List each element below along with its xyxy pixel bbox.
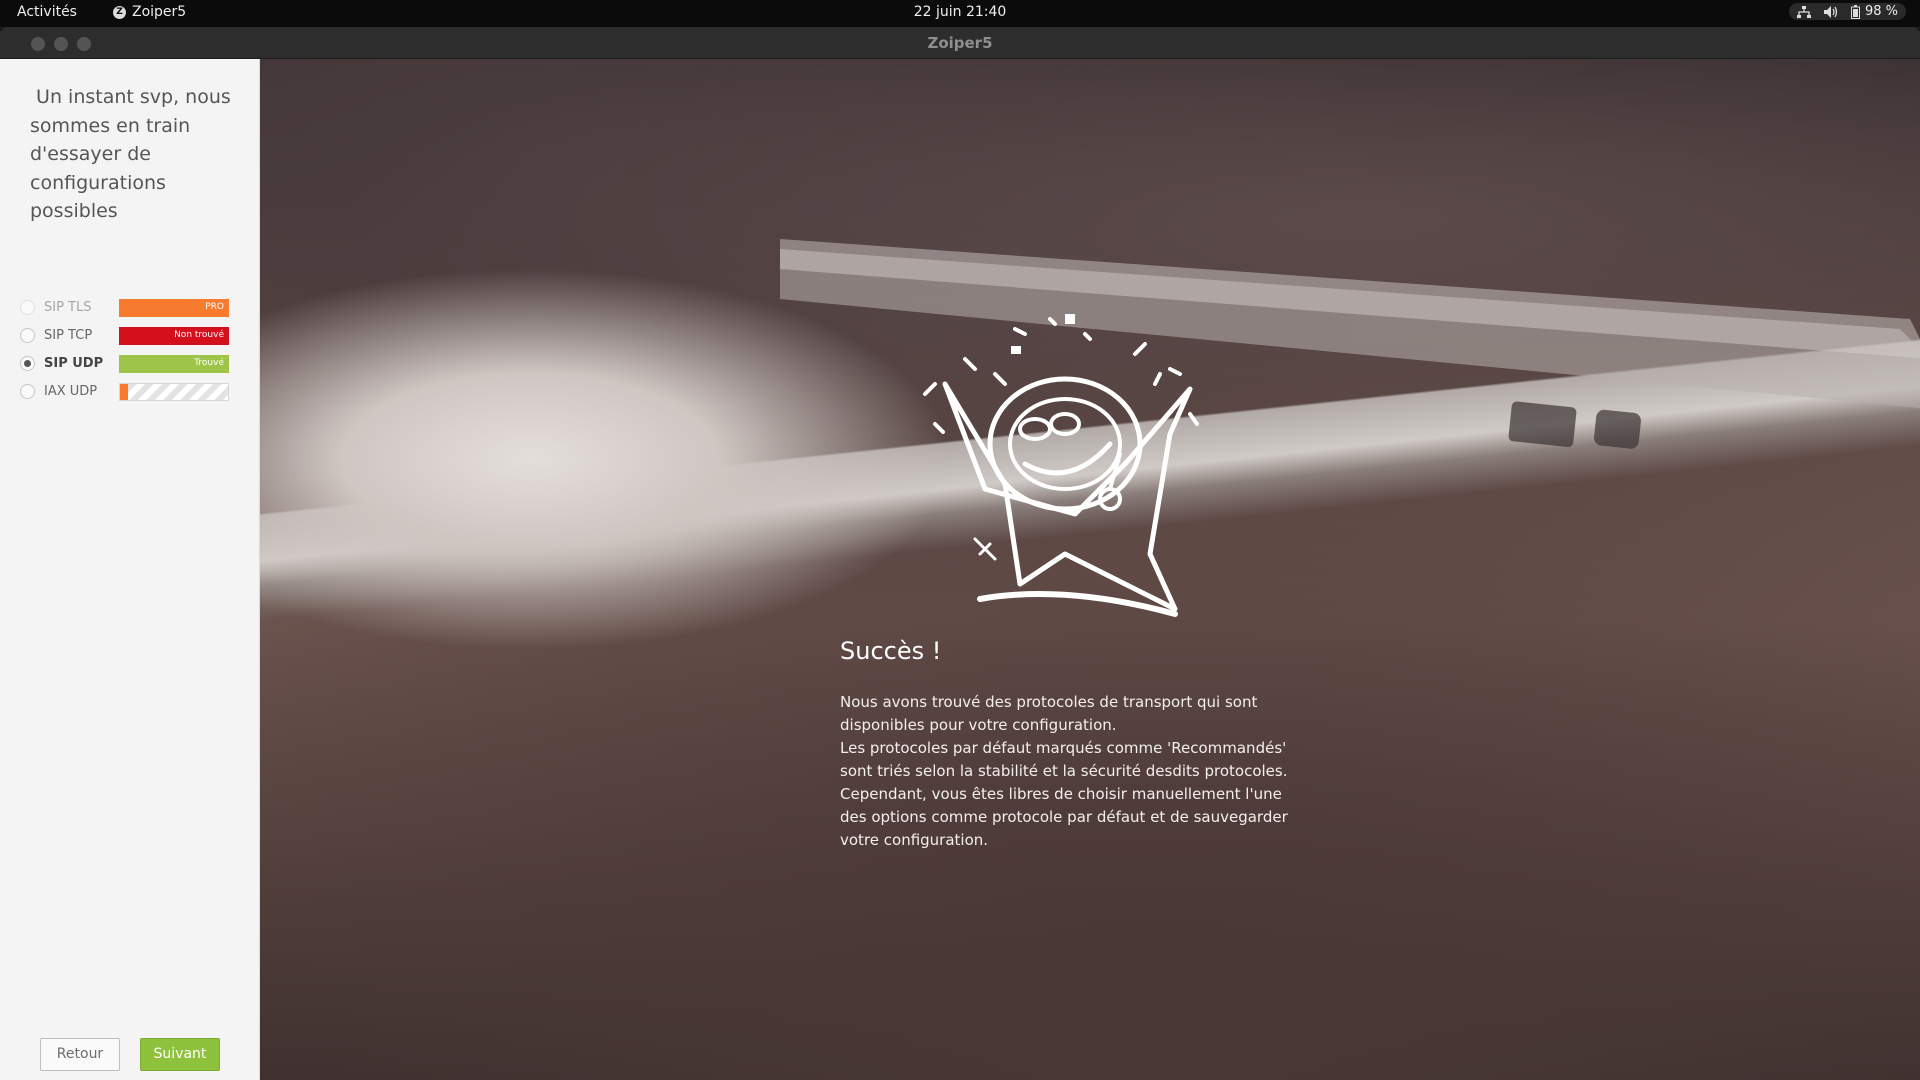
protocol-radio[interactable] (20, 384, 35, 399)
sidebar-heading: Un instant svp, nous sommes en train d'e… (30, 86, 237, 222)
main-panel: Succès ! Nous avons trouvé des protocole… (260, 59, 1920, 1080)
protocol-radio[interactable] (20, 328, 35, 343)
protocol-radio[interactable] (20, 300, 35, 315)
success-paragraph: Les protocoles par défaut marqués comme … (840, 739, 1288, 849)
battery-percent: 98 % (1864, 4, 1898, 19)
protocol-progress-bar (119, 383, 229, 401)
protocol-row-sip-tls[interactable]: SIP TLS PRO (20, 295, 240, 323)
top-bar: Activités Z Zoiper5 22 juin 21:40 98 % (0, 0, 1920, 27)
battery-indicator: 98 % (1850, 4, 1898, 19)
title-bar[interactable]: Zoiper5 (0, 27, 1920, 59)
protocol-progress-fill (120, 384, 128, 400)
app-menu[interactable]: Z Zoiper5 (113, 4, 186, 20)
network-icon (1796, 5, 1811, 19)
next-button[interactable]: Suivant (140, 1038, 220, 1071)
volume-icon (1823, 5, 1839, 19)
protocol-status-bar: PRO (119, 299, 229, 317)
protocol-list: SIP TLS PRO SIP TCP Non trouvé SIP UDP T… (20, 295, 240, 407)
protocol-label: SIP TCP (44, 328, 93, 343)
protocol-row-sip-tcp[interactable]: SIP TCP Non trouvé (20, 323, 240, 351)
zoiper-app-icon: Z (113, 5, 126, 19)
battery-icon (1850, 4, 1860, 19)
activities-button[interactable]: Activités (17, 4, 77, 20)
protocol-label: IAX UDP (44, 384, 98, 399)
success-title: Succès ! (840, 637, 942, 665)
protocol-status-bar: Trouvé (119, 355, 229, 373)
success-paragraph: Nous avons trouvé des protocoles de tran… (840, 693, 1258, 734)
protocol-row-iax-udp[interactable]: IAX UDP (20, 379, 240, 407)
sidebar: Un instant svp, nous sommes en train d'e… (0, 59, 260, 1080)
protocol-row-sip-udp[interactable]: SIP UDP Trouvé (20, 351, 240, 379)
protocol-radio[interactable] (20, 356, 35, 371)
app-menu-label: Zoiper5 (132, 4, 187, 20)
clock[interactable]: 22 juin 21:40 (0, 4, 1920, 20)
celebration-mascot-icon (923, 314, 1199, 617)
app-window: Zoiper5 Un instant svp, nous sommes en t… (0, 27, 1920, 1080)
protocol-label: SIP TLS (44, 300, 92, 315)
system-tray[interactable]: 98 % (1788, 3, 1906, 20)
back-button[interactable]: Retour (40, 1038, 120, 1071)
success-message: Nous avons trouvé des protocoles de tran… (840, 691, 1310, 852)
protocol-status-bar: Non trouvé (119, 327, 229, 345)
window-title: Zoiper5 (927, 34, 993, 52)
protocol-label: SIP UDP (44, 356, 104, 371)
